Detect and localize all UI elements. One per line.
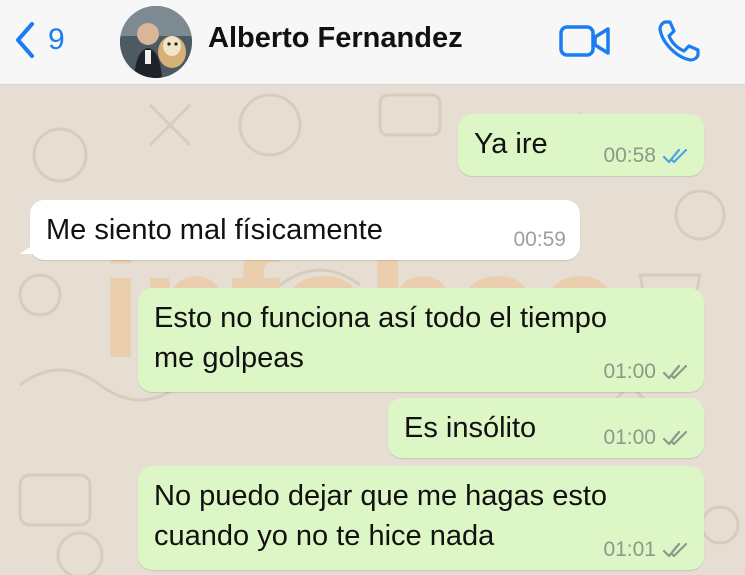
chat-header: 9 Alberto Fernandez bbox=[0, 0, 745, 85]
unread-count: 9 bbox=[48, 23, 65, 56]
back-button[interactable]: 9 bbox=[12, 20, 65, 60]
message-meta: 00:58 bbox=[603, 144, 690, 168]
message-time: 01:00 bbox=[603, 360, 656, 383]
message-meta: 01:00 bbox=[603, 360, 690, 384]
message-outgoing[interactable]: Es insólito 01:00 bbox=[388, 398, 704, 458]
message-outgoing[interactable]: Ya ire 00:58 bbox=[458, 114, 704, 176]
message-time: 01:00 bbox=[603, 426, 656, 449]
message-meta: 01:00 bbox=[603, 426, 690, 450]
chevron-left-icon bbox=[16, 22, 34, 58]
message-text: Es insólito bbox=[404, 412, 537, 444]
avatar[interactable] bbox=[120, 6, 192, 78]
message-time: 00:58 bbox=[603, 144, 656, 167]
message-meta: 01:01 bbox=[603, 538, 690, 562]
contact-name[interactable]: Alberto Fernandez bbox=[208, 22, 463, 55]
double-check-icon bbox=[662, 364, 688, 380]
bubble-tail bbox=[20, 244, 34, 254]
message-outgoing[interactable]: No puedo dejar que me hagas esto cuando … bbox=[138, 466, 704, 570]
message-outgoing[interactable]: Esto no funciona así todo el tiempo me g… bbox=[138, 288, 704, 392]
phone-icon[interactable] bbox=[656, 18, 702, 64]
video-camera-icon[interactable] bbox=[558, 22, 612, 60]
chat-area: infobae Ya ire 00:58 Me siento mal físic… bbox=[0, 85, 745, 575]
double-check-icon bbox=[662, 430, 688, 446]
double-check-icon bbox=[662, 148, 688, 164]
message-meta: 00:59 bbox=[513, 228, 566, 252]
message-text: Me siento mal físicamente bbox=[46, 214, 383, 246]
message-incoming[interactable]: Me siento mal físicamente 00:59 bbox=[20, 200, 580, 260]
message-text: Ya ire bbox=[474, 128, 548, 160]
double-check-icon bbox=[662, 542, 688, 558]
message-text: No puedo dejar que me hagas esto cuando … bbox=[154, 480, 608, 552]
message-text: Esto no funciona así todo el tiempo me g… bbox=[154, 302, 608, 374]
message-time: 01:01 bbox=[603, 538, 656, 561]
message-time: 00:59 bbox=[513, 228, 566, 251]
